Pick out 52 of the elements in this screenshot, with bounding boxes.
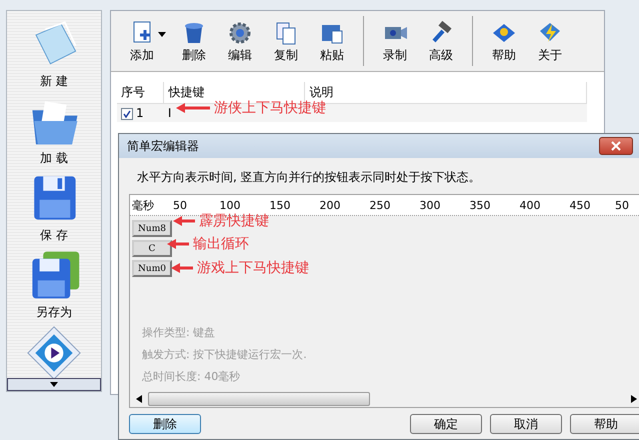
ruler-label: 450 (570, 198, 590, 212)
info-text: 触发方式: 按下快捷键运行宏一次. (142, 347, 307, 362)
toolbar-button[interactable]: 关于 (527, 18, 573, 64)
ruler-label: 100 (220, 198, 240, 212)
caret-icon[interactable] (157, 30, 167, 38)
ruler-label: 400 (520, 198, 540, 212)
toolbar-button[interactable]: 录制 (372, 18, 418, 64)
ruler-unit: 毫秒 (132, 198, 154, 212)
close-button[interactable] (599, 137, 633, 155)
arrow-icon (173, 216, 195, 226)
ruler-label: 50 (173, 198, 187, 212)
down-arrow-icon (50, 382, 58, 387)
arrow-icon (171, 263, 193, 273)
info-text: 操作类型: 键盘 (142, 325, 216, 340)
ruler-label: 200 (320, 198, 340, 212)
annotation: 输出循环 (193, 235, 249, 253)
toolbar-button[interactable]: 高级 (418, 18, 464, 64)
sidebar-item[interactable]: 保 存 (40, 227, 68, 244)
toolbar-button[interactable]: 粘贴 (309, 18, 355, 64)
ruler-label: 300 (420, 198, 440, 212)
sidebar-item[interactable]: 加 载 (40, 150, 68, 167)
toolbar-button[interactable]: 删除 (171, 18, 217, 64)
dialog-button[interactable]: 帮助 (570, 414, 639, 434)
dialog-title: 简单宏编辑器 (127, 138, 199, 154)
toolbar-button[interactable]: 编辑 (217, 18, 263, 64)
toolbar-button[interactable]: 帮助 (481, 18, 527, 64)
scroll-right-icon[interactable] (631, 395, 637, 403)
annotation: 游戏上下马快捷键 (197, 259, 309, 277)
key-block[interactable]: Num0 (132, 260, 172, 277)
toolbar-button[interactable]: 复制 (263, 18, 309, 64)
ruler-label: 50 (615, 198, 629, 212)
scroll-left-icon[interactable] (136, 395, 142, 403)
arrow-icon (167, 239, 189, 249)
ruler-label: 250 (370, 198, 390, 212)
delete-button[interactable]: 删除 (129, 414, 201, 434)
sidebar-item[interactable]: 另存为 (36, 304, 72, 321)
dialog-button[interactable]: 确定 (410, 414, 482, 434)
table-cell: 1 (136, 106, 144, 120)
info-text: 总时间长度: 40毫秒 (142, 369, 242, 384)
toolbar-button[interactable]: 添加 (119, 18, 165, 64)
dialog-button[interactable]: 取消 (490, 414, 562, 434)
key-block[interactable]: Num8 (132, 220, 172, 237)
ruler-label: 350 (470, 198, 490, 212)
description: 水平方向表示时间, 竖直方向并行的按钮表示同时处于按下状态。 (136, 169, 482, 186)
scroll-down-button[interactable] (7, 378, 101, 391)
ruler-label: 150 (270, 198, 290, 212)
annotation: 霹雳快捷键 (199, 212, 269, 230)
sidebar-item[interactable]: 新 建 (40, 73, 68, 90)
close-icon (611, 141, 621, 151)
key-block[interactable]: C (132, 240, 172, 257)
checkbox[interactable] (121, 108, 133, 120)
arrow-icon (176, 103, 210, 113)
